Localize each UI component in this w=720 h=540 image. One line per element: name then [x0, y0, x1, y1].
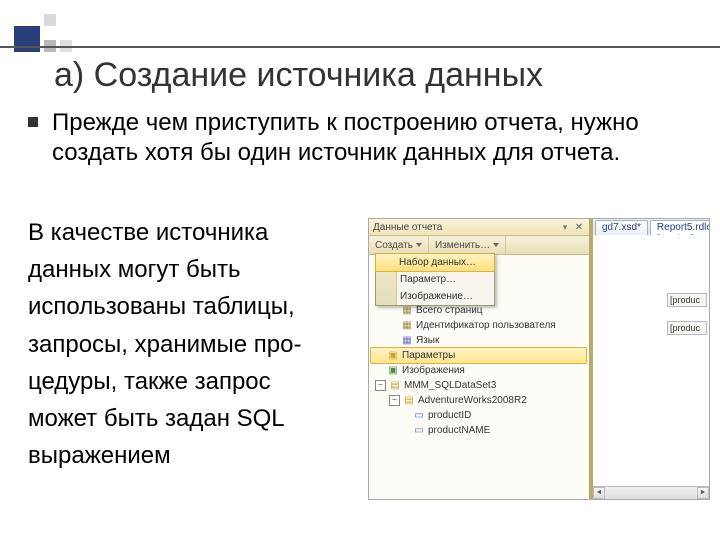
bullet-text: Прежде чем приступить к построению отчет… — [52, 108, 700, 168]
menu-item-parameter[interactable]: Параметр… — [376, 271, 494, 288]
menu-item-image[interactable]: Изображение… — [376, 288, 494, 305]
designer-area: gd7.xsd* Report5.rdlc [Design]* [produc … — [589, 219, 709, 499]
tab-strip: gd7.xsd* Report5.rdlc [Design]* — [593, 219, 709, 236]
tree-node[interactable]: ▣ Изображения — [371, 363, 589, 378]
tree-node[interactable]: − ▤ AdventureWorks2008R2 — [371, 393, 589, 408]
image-icon: ▣ — [387, 363, 399, 378]
scroll-left-icon[interactable]: ◄ — [593, 487, 605, 499]
scroll-right-icon[interactable]: ► — [697, 487, 709, 499]
tree-label: productNAME — [428, 423, 490, 438]
tree-node-parameters[interactable]: ▣ Параметры — [370, 347, 587, 364]
edit-button[interactable]: Изменить… — [429, 236, 506, 254]
tree-label: Параметры — [402, 348, 455, 363]
chevron-down-icon — [493, 243, 499, 247]
tree-node[interactable]: − ▤ MMM_SQLDataSet3 — [371, 378, 589, 393]
bullet-row: Прежде чем приступить к построению отчет… — [28, 108, 700, 168]
tree-label: Идентификатор пользователя — [416, 318, 556, 333]
tree-node[interactable]: ▦ Язык — [371, 333, 589, 348]
bullet-marker — [28, 117, 38, 127]
chevron-down-icon — [416, 243, 422, 247]
body-line: В качестве источника — [28, 214, 358, 251]
menu-item-label: Параметр… — [400, 274, 456, 285]
column-icon: ▭ — [413, 423, 425, 438]
tree-label: AdventureWorks2008R2 — [418, 393, 527, 408]
create-label: Создать — [375, 240, 413, 251]
tab-label: gd7.xsd* — [602, 222, 641, 233]
body-line: данных могут быть — [28, 251, 358, 288]
tab-report[interactable]: Report5.rdlc [Design]* — [650, 220, 710, 235]
dataset-icon: ▤ — [403, 393, 415, 408]
design-canvas[interactable]: [produc [produc — [593, 235, 709, 499]
tree-label: productID — [428, 408, 471, 423]
field-placeholder[interactable]: [produc — [667, 293, 707, 307]
report-data-pane: Данные отчета ▾ ✕ Создать Изменить… Набо… — [369, 219, 590, 499]
tree-node[interactable]: ▭ productID — [371, 408, 589, 423]
pane-title: Данные отчета — [373, 222, 442, 233]
body-line: цедуры, также запрос — [28, 363, 358, 400]
folder-icon: ▣ — [387, 348, 399, 363]
pane-titlebar: Данные отчета ▾ ✕ — [369, 219, 589, 236]
column-icon: ▭ — [413, 408, 425, 423]
slide-title: а) Создание источника данных — [54, 56, 543, 95]
scrollbar-horizontal[interactable]: ◄ ► — [593, 486, 709, 499]
tree-node[interactable]: ▭ productNAME — [371, 423, 589, 438]
tree-label: Изображения — [402, 363, 465, 378]
body-line: запросы, хранимые про- — [28, 326, 358, 363]
body-line: использованы таблицы, — [28, 288, 358, 325]
tab-gd7[interactable]: gd7.xsd* — [595, 220, 648, 235]
menu-item-label: Изображение… — [400, 291, 473, 302]
tree-label: MMM_SQLDataSet3 — [404, 378, 496, 393]
menu-item-dataset[interactable]: Набор данных… — [375, 253, 495, 272]
create-button[interactable]: Создать — [369, 236, 429, 254]
close-icon[interactable]: ✕ — [573, 221, 585, 233]
ide-screenshot: Данные отчета ▾ ✕ Создать Изменить… Набо… — [368, 218, 710, 500]
field-placeholder[interactable]: [produc — [667, 321, 707, 335]
create-dropdown: Набор данных… Параметр… Изображение… — [375, 253, 495, 306]
edit-label: Изменить… — [435, 240, 490, 251]
menu-item-label: Набор данных… — [399, 257, 476, 268]
divider — [0, 46, 720, 48]
tree: ▦ Всего страниц ▦ Идентификатор пользова… — [371, 303, 589, 438]
body-line: выражением — [28, 437, 358, 474]
body-text: В качестве источника данных могут быть и… — [28, 214, 358, 474]
tree-node[interactable]: ▦ Идентификатор пользователя — [371, 318, 589, 333]
lang-icon: ▦ — [401, 333, 413, 348]
tree-label: Язык — [416, 333, 439, 348]
id-icon: ▦ — [401, 318, 413, 333]
dataset-icon: ▤ — [389, 378, 401, 393]
pin-icon[interactable]: ▾ — [561, 223, 569, 231]
body-line: может быть задан SQL — [28, 400, 358, 437]
